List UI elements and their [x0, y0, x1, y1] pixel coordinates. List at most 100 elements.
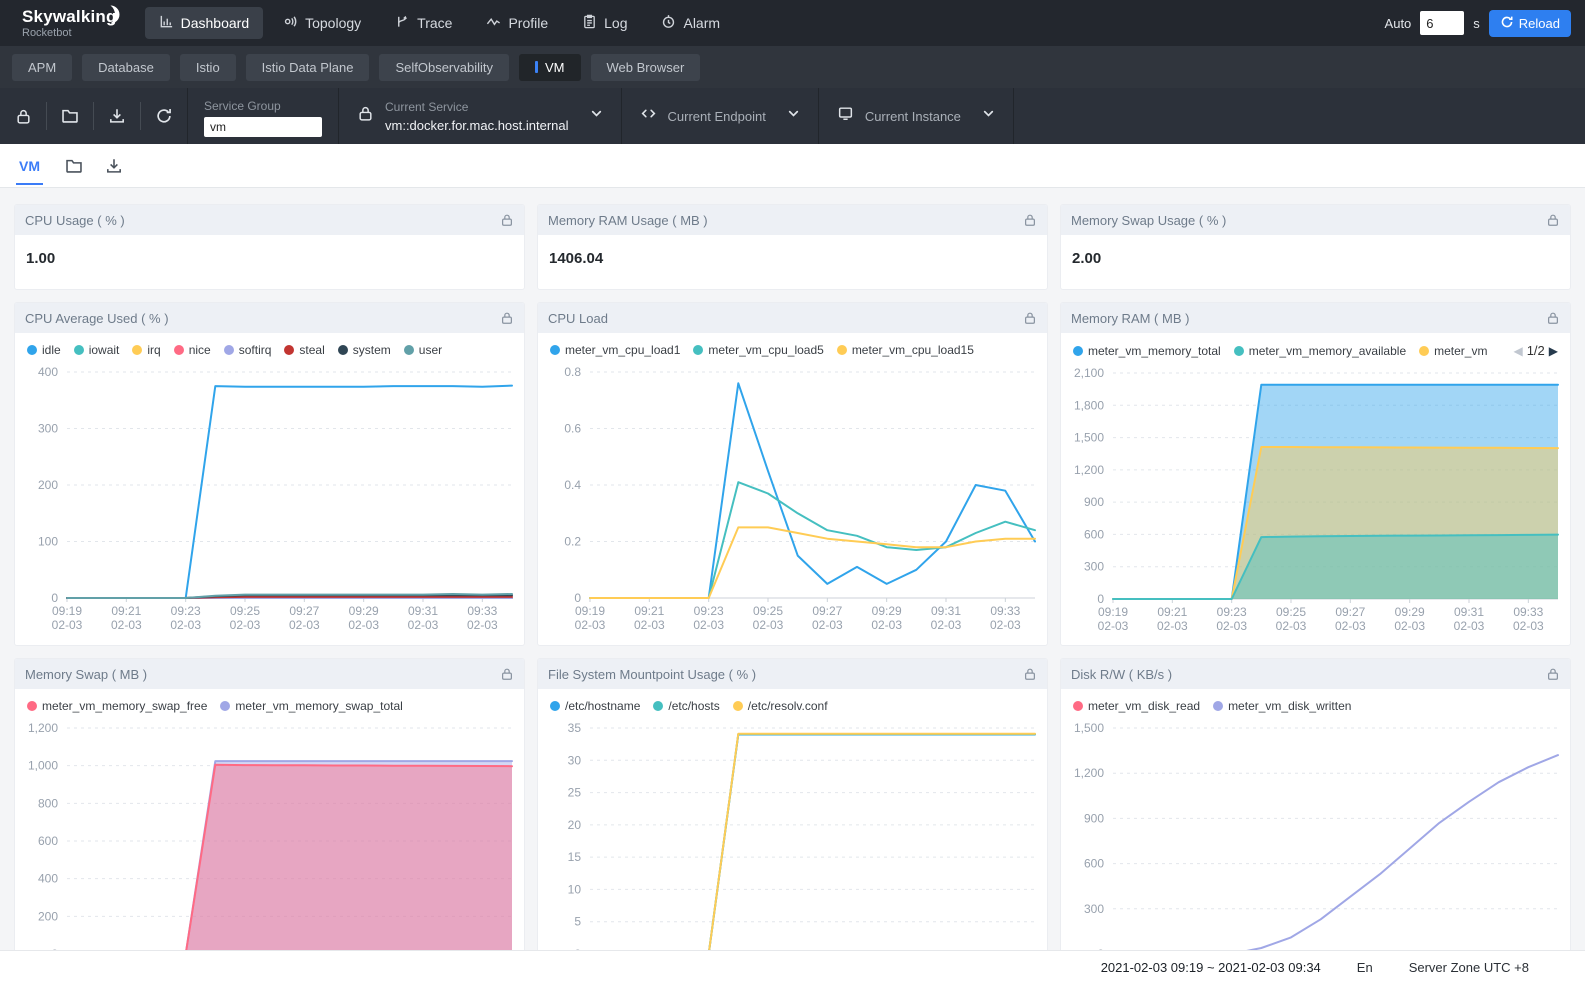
chart-legend: meter_vm_disk_read meter_vm_disk_written	[1061, 689, 1570, 716]
svg-text:0.6: 0.6	[564, 422, 581, 436]
svg-text:09:27: 09:27	[1335, 605, 1365, 619]
nav-item-trace[interactable]: Trace	[381, 7, 466, 39]
chart-plot: 00.20.40.60.809:1902-0309:2102-0309:2302…	[538, 360, 1047, 643]
dashboard-tab-selfobservability[interactable]: SelfObservability	[379, 54, 509, 81]
card-header: Disk R/W ( KB/s )	[1061, 659, 1570, 689]
svg-text:900: 900	[1084, 495, 1104, 509]
memory-swap-usage-value: 2.00	[1061, 235, 1570, 282]
current-service-value: vm::docker.for.mac.host.internal	[385, 118, 569, 133]
svg-text:09:19: 09:19	[575, 604, 605, 618]
card-header: File System Mountpoint Usage ( % )	[538, 659, 1047, 689]
reload-button[interactable]: Reload	[1489, 10, 1571, 37]
legend-label: softirq	[239, 343, 272, 357]
download-toolbar-button[interactable]	[94, 88, 140, 144]
lock-icon[interactable]	[1023, 667, 1037, 681]
legend-item[interactable]: meter_vm_disk_read	[1073, 699, 1200, 713]
dashboard-tab-web-browser[interactable]: Web Browser	[591, 54, 701, 81]
legend-label: meter_vm_disk_read	[1088, 699, 1200, 713]
lock-icon[interactable]	[1546, 667, 1560, 681]
svg-text:300: 300	[38, 422, 58, 436]
legend-item[interactable]: /etc/hostname	[550, 699, 640, 713]
svg-text:09:29: 09:29	[349, 604, 379, 618]
lock-toolbar-button[interactable]	[0, 88, 46, 144]
current-endpoint-select[interactable]: Current Endpoint	[622, 105, 818, 127]
svg-text:09:31: 09:31	[931, 604, 961, 618]
trace-icon	[395, 14, 410, 32]
lock-icon[interactable]	[500, 311, 514, 325]
nav-item-profile[interactable]: Profile	[472, 7, 562, 39]
legend-dot	[653, 701, 663, 711]
legend-item[interactable]: idle	[27, 343, 61, 357]
legend-item[interactable]: user	[404, 343, 442, 357]
svg-text:02-03: 02-03	[871, 618, 902, 632]
nav-item-alarm[interactable]: Alarm	[647, 7, 734, 39]
nav-item-dashboard[interactable]: Dashboard	[145, 7, 264, 39]
svg-text:02-03: 02-03	[52, 618, 83, 632]
legend-label: meter_vm_memory_total	[1088, 344, 1221, 358]
card-title: Memory Swap Usage ( % )	[1071, 213, 1226, 228]
language-switcher[interactable]: En	[1357, 960, 1373, 975]
tab-vm[interactable]: VM	[16, 146, 43, 185]
lock-icon[interactable]	[500, 213, 514, 227]
svg-text:400: 400	[38, 872, 58, 886]
legend-item[interactable]: meter_vm_disk_written	[1213, 699, 1351, 713]
cpu-load-chart-card: CPU Load meter_vm_cpu_load1 meter_vm_cpu_…	[537, 302, 1048, 646]
legend-item[interactable]: meter_vm_cpu_load15	[837, 343, 974, 357]
legend-item[interactable]: meter_vm_cpu_load1	[550, 343, 680, 357]
refresh-toolbar-button[interactable]	[141, 88, 187, 144]
nav-item-topology[interactable]: Topology	[269, 7, 375, 39]
svg-text:02-03: 02-03	[230, 618, 261, 632]
current-instance-select[interactable]: Current Instance	[819, 105, 1013, 127]
legend-item[interactable]: meter_vm_memory_total	[1073, 344, 1221, 358]
memory-ram-usage-card: Memory RAM Usage ( MB ) 1406.04	[537, 204, 1048, 290]
legend-item[interactable]: /etc/hosts	[653, 699, 719, 713]
legend-item[interactable]: nice	[174, 343, 211, 357]
nav-item-log[interactable]: Log	[568, 7, 641, 39]
svg-text:02-03: 02-03	[990, 618, 1021, 632]
dashboard-tab-vm[interactable]: VM	[519, 54, 581, 81]
svg-text:1,800: 1,800	[1074, 398, 1104, 412]
legend-item[interactable]: meter_vm_memory_swap_total	[220, 699, 402, 713]
lock-icon[interactable]	[1023, 213, 1037, 227]
svg-text:09:33: 09:33	[467, 604, 497, 618]
legend-next-arrow-icon[interactable]: ▶	[1549, 344, 1558, 358]
service-group-input[interactable]	[204, 117, 322, 137]
svg-text:300: 300	[1084, 902, 1104, 916]
auto-interval-input[interactable]	[1420, 11, 1464, 35]
card-title: CPU Load	[548, 311, 608, 326]
dashboard-tab-apm[interactable]: APM	[12, 54, 72, 81]
folder-toolbar-button[interactable]	[47, 88, 93, 144]
legend-item[interactable]: /etc/resolv.conf	[733, 699, 828, 713]
legend-prev-arrow-icon[interactable]: ◀	[1513, 344, 1522, 358]
dashboard-grid: CPU Usage ( % ) 1.00 Memory RAM Usage ( …	[0, 188, 1585, 983]
legend-item[interactable]: steal	[284, 343, 324, 357]
lock-icon[interactable]	[500, 667, 514, 681]
app-logo[interactable]: Skywalking Rocketbot	[14, 8, 117, 39]
lock-icon[interactable]	[1546, 311, 1560, 325]
lock-icon[interactable]	[1546, 213, 1560, 227]
instance-monitor-icon	[837, 105, 854, 127]
svg-text:1,500: 1,500	[1074, 431, 1104, 445]
folder-page-button[interactable]	[65, 157, 83, 175]
current-service-select[interactable]: Current Service vm::docker.for.mac.host.…	[339, 100, 621, 133]
legend-page-indicator: 1/2	[1527, 343, 1545, 358]
legend-dot	[1213, 701, 1223, 711]
legend-item[interactable]: meter_vm_memory_swap_free	[27, 699, 207, 713]
legend-item[interactable]: meter_vm	[1419, 344, 1487, 358]
svg-text:09:23: 09:23	[694, 604, 724, 618]
legend-item[interactable]: irq	[132, 343, 160, 357]
legend-item[interactable]: system	[338, 343, 391, 357]
dashboard-tab-istio[interactable]: Istio	[180, 54, 236, 81]
legend-item[interactable]: meter_vm_memory_available	[1234, 344, 1406, 358]
dashboard-tab-istio-data-plane[interactable]: Istio Data Plane	[246, 54, 370, 81]
download-page-button[interactable]	[105, 157, 123, 175]
svg-text:0: 0	[574, 591, 581, 605]
svg-text:09:31: 09:31	[408, 604, 438, 618]
legend-item[interactable]: softirq	[224, 343, 272, 357]
time-range-picker[interactable]: 2021-02-03 09:19 ~ 2021-02-03 09:34	[1101, 960, 1321, 975]
legend-item[interactable]: meter_vm_cpu_load5	[693, 343, 823, 357]
dashboard-tab-database[interactable]: Database	[82, 54, 170, 81]
lock-icon[interactable]	[1023, 311, 1037, 325]
legend-item[interactable]: iowait	[74, 343, 120, 357]
chart-svg: 0510152025303509:1902-0309:2102-0309:230…	[538, 716, 1047, 983]
